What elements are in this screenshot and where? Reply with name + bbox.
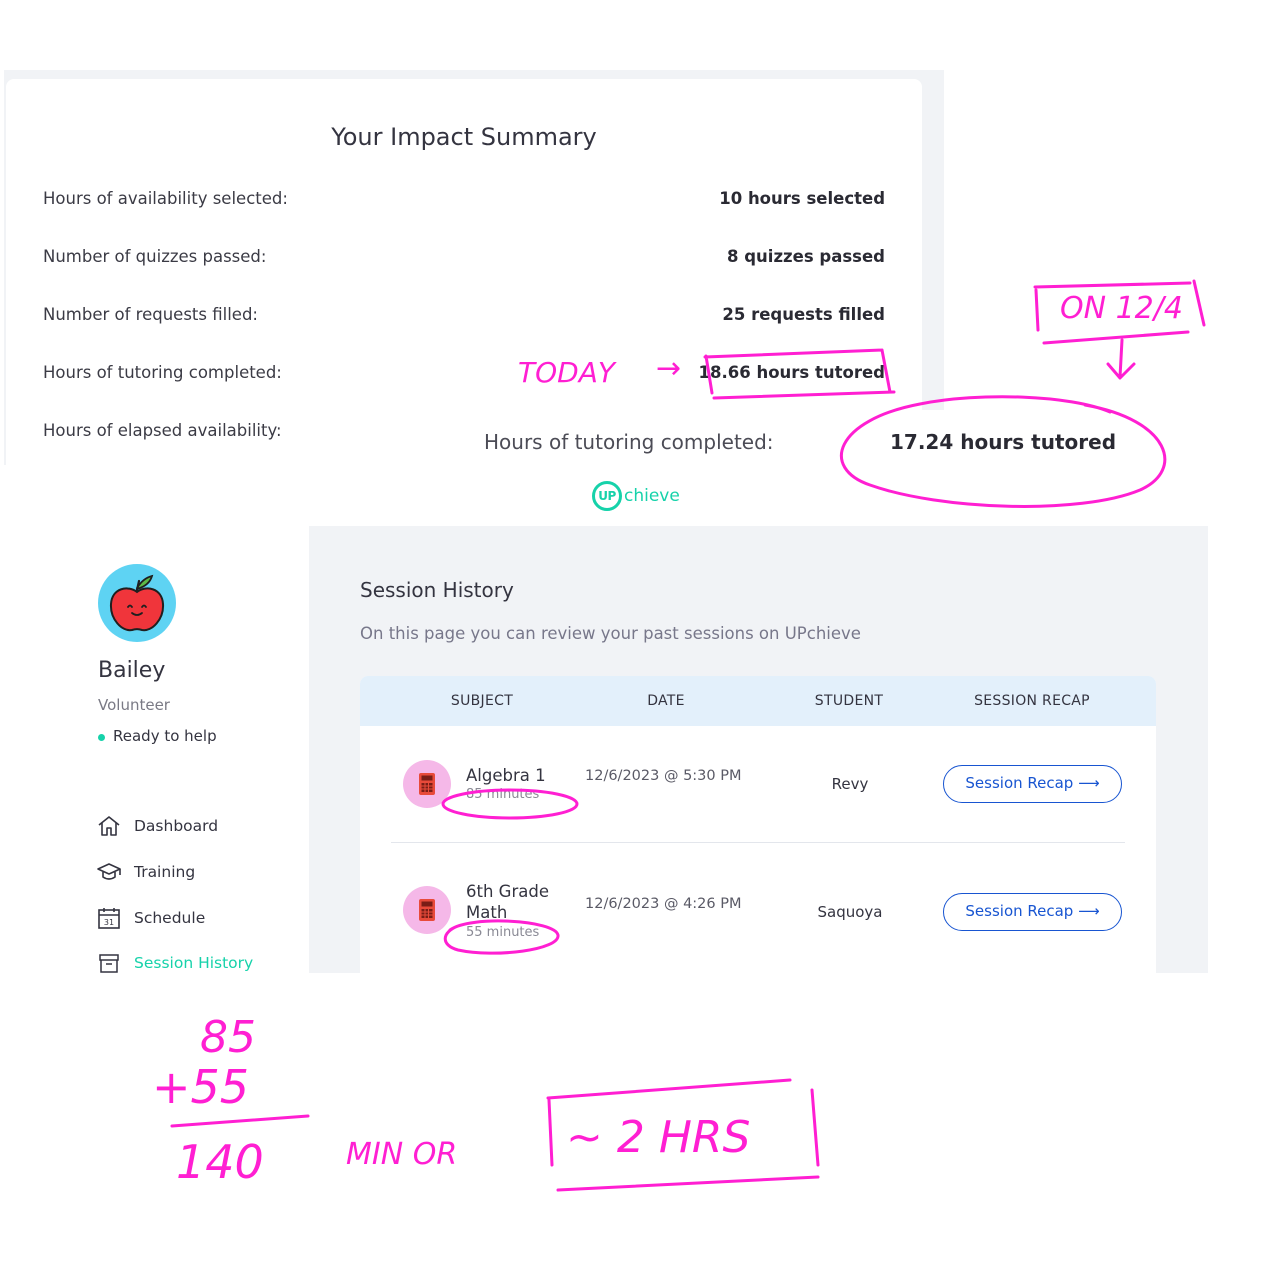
impact-label: Number of quizzes passed: <box>43 247 267 266</box>
nav-label: Session History <box>134 954 254 972</box>
app-window: Bailey Volunteer Ready to help Dashboard… <box>68 526 1208 973</box>
snippet-value: 17.24 hours tutored <box>890 430 1117 454</box>
avatar <box>98 564 176 642</box>
column-header-recap: SESSION RECAP <box>974 693 1090 709</box>
student-name: Saquoya <box>817 903 883 921</box>
subject-icon <box>403 886 451 934</box>
impact-row-availability: Hours of availability selected: 10 hours… <box>43 189 885 213</box>
graduation-cap-icon <box>97 863 121 880</box>
down-arrow-icon <box>1106 338 1136 380</box>
calendar-icon-day: 31 <box>104 918 114 927</box>
logo-badge: UP <box>592 481 622 511</box>
logo-text: chieve <box>624 486 680 506</box>
home-icon <box>98 816 120 836</box>
column-header-student: STUDENT <box>814 693 884 709</box>
impact-row-requests: Number of requests filled: 25 requests f… <box>43 305 885 329</box>
sidebar: Bailey Volunteer Ready to help Dashboard… <box>68 526 309 973</box>
session-date: 12/6/2023 @ 5:30 PM <box>585 768 742 784</box>
user-status: Ready to help <box>113 727 217 745</box>
calculator-icon <box>419 899 435 921</box>
table-header: SUBJECT DATE STUDENT SESSION RECAP <box>360 676 1156 726</box>
impact-value: 8 quizzes passed <box>727 247 885 266</box>
impact-label: Hours of elapsed availability: <box>43 421 282 440</box>
status-dot <box>98 734 105 741</box>
nav-item-schedule[interactable]: 31 Schedule <box>96 905 296 933</box>
column-header-date: DATE <box>647 693 685 709</box>
nav-label: Training <box>134 863 196 881</box>
nav-label: Schedule <box>134 909 206 927</box>
session-table: SUBJECT DATE STUDENT SESSION RECAP Algeb… <box>360 676 1156 973</box>
user-role: Volunteer <box>98 696 170 714</box>
tutoring-hours-snippet: Hours of tutoring completed: 17.24 hours… <box>462 410 1137 478</box>
sum-underline <box>170 1114 310 1128</box>
archive-box-icon <box>99 954 119 973</box>
impact-value: 10 hours selected <box>719 189 885 208</box>
session-duration: 85 minutes <box>466 787 540 802</box>
user-name: Bailey <box>98 658 166 683</box>
calculator-icon <box>419 773 435 795</box>
annotation-approx: ~ 2 HRS <box>566 1112 750 1163</box>
page-title: Session History <box>360 578 514 602</box>
annotation-min-or: MIN OR <box>346 1137 457 1172</box>
annotation-sum-total: 140 <box>176 1135 264 1189</box>
snippet-label: Hours of tutoring completed: <box>484 430 774 454</box>
apple-icon <box>109 574 165 632</box>
calendar-icon: 31 <box>98 908 120 929</box>
impact-label: Hours of availability selected: <box>43 189 288 208</box>
nav-item-dashboard[interactable]: Dashboard <box>96 813 296 841</box>
annotation-on-date: ON 12/4 <box>1060 291 1183 326</box>
session-date: 12/6/2023 @ 4:26 PM <box>585 896 742 912</box>
subject-name: Algebra 1 <box>466 766 546 785</box>
impact-row-tutoring: Hours of tutoring completed: 18.66 hours… <box>43 363 885 387</box>
table-row: 6th Grade Math 55 minutes 12/6/2023 @ 4:… <box>360 843 1156 961</box>
nav-item-session-history[interactable]: Session History <box>96 950 296 973</box>
impact-value: 25 requests filled <box>722 305 885 324</box>
impact-label: Number of requests filled: <box>43 305 258 324</box>
upchieve-logo: UP chieve <box>592 480 712 516</box>
table-row: Algebra 1 85 minutes 12/6/2023 @ 5:30 PM… <box>360 726 1156 844</box>
session-duration: 55 minutes <box>466 925 540 940</box>
main-content: Session History On this page you can rev… <box>309 526 1208 973</box>
session-recap-button[interactable]: Session Recap ⟶ <box>943 765 1122 803</box>
annotation-sum-a: 85 <box>200 1012 256 1063</box>
annotation-sum-b: +55 <box>152 1060 249 1114</box>
page-subtitle: On this page you can review your past se… <box>360 624 861 643</box>
impact-summary-card: Your Impact Summary Hours of availabilit… <box>6 79 922 465</box>
impact-value: 18.66 hours tutored <box>698 363 885 382</box>
impact-label: Hours of tutoring completed: <box>43 363 282 382</box>
session-recap-button[interactable]: Session Recap ⟶ <box>943 893 1122 931</box>
result-box <box>546 1078 820 1192</box>
date-box <box>1033 279 1206 345</box>
subject-icon <box>403 760 451 808</box>
nav-label: Dashboard <box>134 817 219 835</box>
subject-name: 6th Grade Math <box>466 882 549 922</box>
student-name: Revy <box>831 775 869 793</box>
impact-row-quizzes: Number of quizzes passed: 8 quizzes pass… <box>43 247 885 271</box>
nav-item-training[interactable]: Training <box>96 859 296 887</box>
impact-summary-title: Your Impact Summary <box>331 123 597 151</box>
column-header-subject: SUBJECT <box>450 693 514 709</box>
